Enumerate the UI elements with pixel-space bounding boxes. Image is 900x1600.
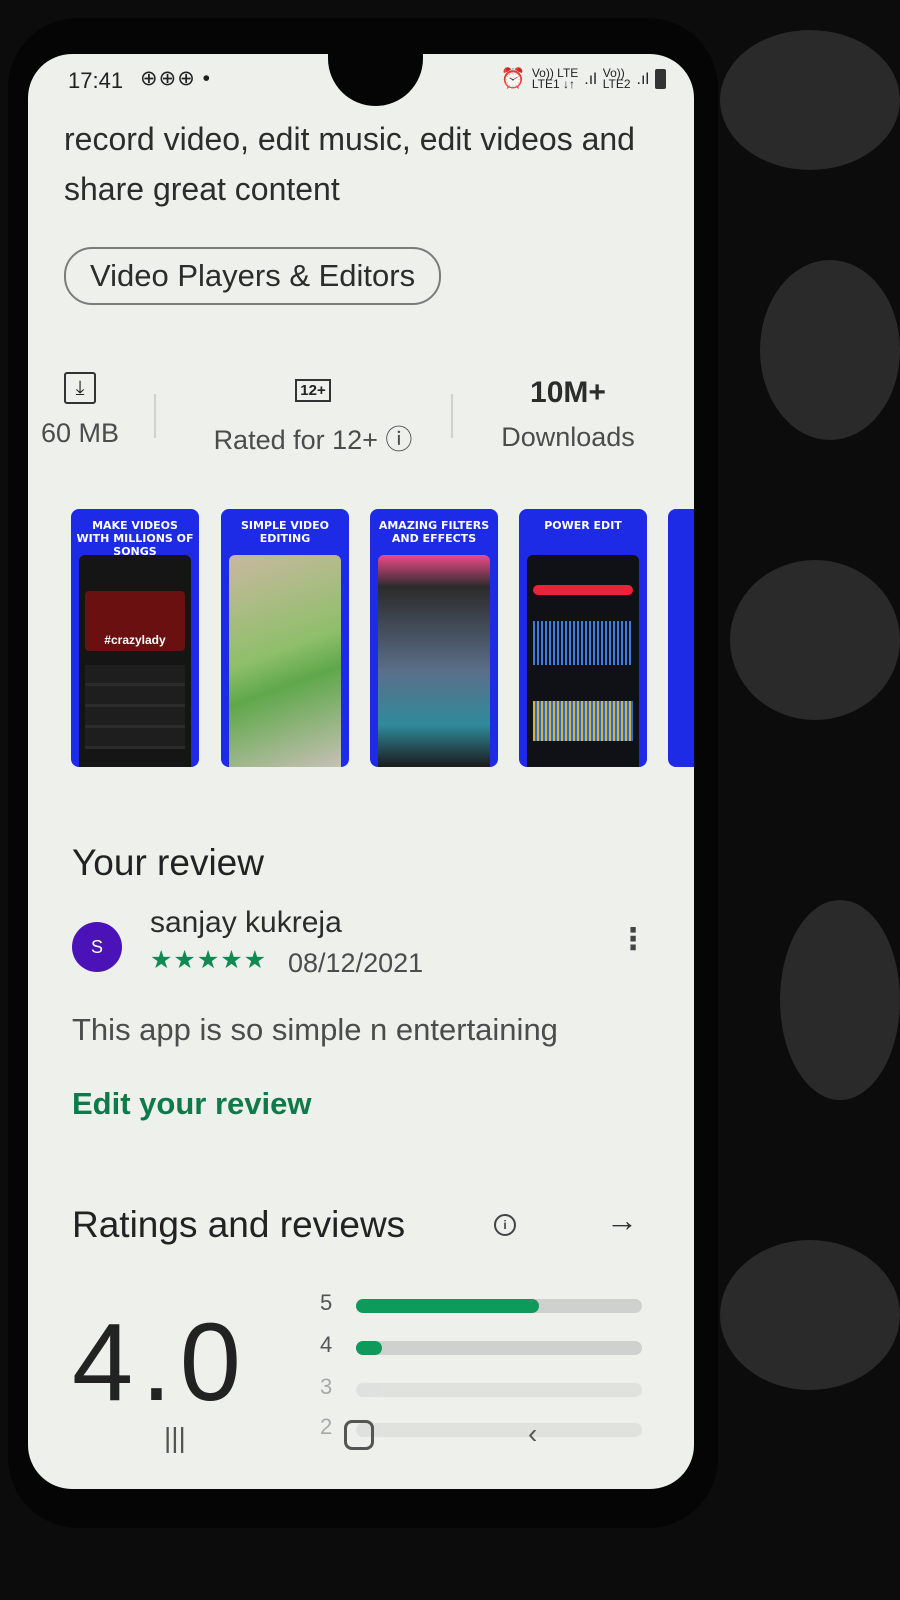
review-text: This app is so simple n entertaining — [72, 1012, 558, 1047]
rating-bar-fill — [356, 1341, 382, 1355]
sim1-indicator: Vo)) LTE LTE1 ↓↑ — [531, 66, 579, 91]
rated-label: Rated for 12+ ⓘ — [213, 425, 413, 455]
app-description: record video, edit music, edit videos an… — [64, 121, 635, 207]
size-stat: ⤓ 60 MB — [28, 372, 136, 449]
category-chip[interactable]: Video Players & Editors — [64, 247, 442, 305]
screenshot-4[interactable]: POWER EDIT — [519, 509, 647, 767]
rating-stat[interactable]: 12+ Rated for 12+ ⓘ — [188, 379, 438, 457]
rating-bar-label: 3 — [320, 1374, 333, 1399]
downloads-value: 10M+ — [530, 376, 606, 409]
screenshot-5-partial[interactable] — [668, 509, 694, 767]
background-pattern — [730, 560, 900, 720]
downloads-stat: 10M+ Downloads — [488, 376, 648, 453]
age-rating-icon: 12+ — [188, 379, 438, 402]
info-icon[interactable]: i — [494, 1214, 516, 1236]
sim2-indicator: Vo)) LTE2 — [602, 66, 631, 91]
more-options-icon[interactable]: ⋮ — [618, 922, 648, 957]
stat-divider — [154, 394, 156, 438]
recents-icon[interactable]: ||| — [164, 1422, 186, 1454]
review-date: 08/12/2021 — [288, 948, 424, 978]
reviewer-name: sanjay kukreja — [150, 906, 342, 939]
arrow-right-icon[interactable]: → — [606, 1202, 638, 1239]
stat-divider — [451, 394, 453, 438]
back-icon[interactable]: ‹ — [528, 1418, 537, 1450]
battery-icon — [655, 69, 666, 89]
signal-icon: .ıl — [584, 70, 597, 88]
screenshot-carousel[interactable]: MAKE VIDEOS WITH MILLIONS OF SONGS #craz… — [28, 509, 694, 774]
phone-frame: 17:41 ⊕⊕⊕ • ⏰ Vo)) LTE LTE1 ↓↑ .ıl Vo)) LT… — [8, 18, 718, 1528]
screenshot-tag: #crazylady — [104, 633, 166, 647]
edit-review-link[interactable]: Edit your review — [72, 1086, 311, 1122]
background-pattern — [720, 30, 900, 170]
background-pattern — [720, 1240, 900, 1390]
screenshot-3[interactable]: AMAZING FILTERS AND EFFECTS — [370, 509, 498, 767]
review-stars: ★★★★★ — [150, 946, 268, 974]
rating-bar-fill — [356, 1299, 540, 1313]
status-right-icons: ⏰ Vo)) LTE LTE1 ↓↑ .ıl Vo)) LTE2 .ıl — [500, 66, 666, 91]
status-time: 17:41 — [68, 68, 124, 93]
notification-icons: ⊕⊕⊕ • — [140, 67, 211, 90]
screenshot-1[interactable]: MAKE VIDEOS WITH MILLIONS OF SONGS #craz… — [71, 509, 199, 767]
downloads-label: Downloads — [501, 422, 635, 452]
background-pattern — [780, 900, 900, 1100]
phone-screen: 17:41 ⊕⊕⊕ • ⏰ Vo)) LTE LTE1 ↓↑ .ıl Vo)) LT… — [28, 54, 694, 1489]
rating-bar-track — [356, 1299, 642, 1313]
avatar: S — [72, 922, 122, 972]
alarm-icon: ⏰ — [500, 67, 526, 90]
size-label: 60 MB — [40, 418, 120, 448]
rating-bar-label: 4 — [320, 1332, 333, 1357]
your-review-heading: Your review — [72, 842, 264, 883]
screenshot-2[interactable]: SIMPLE VIDEO EDITING — [221, 509, 349, 767]
home-icon[interactable] — [344, 1420, 374, 1450]
ratings-heading[interactable]: Ratings and reviews — [72, 1204, 405, 1246]
background-pattern — [760, 260, 900, 440]
system-nav-bar: ||| ‹ — [28, 1414, 694, 1474]
rating-bar-track — [356, 1383, 642, 1397]
rating-bar-label: 5 — [320, 1290, 333, 1315]
rating-bar-track — [356, 1341, 642, 1355]
average-rating: 4.0 — [72, 1301, 249, 1424]
download-icon: ⤓ — [28, 372, 136, 404]
signal-icon: .ıl — [636, 70, 649, 88]
